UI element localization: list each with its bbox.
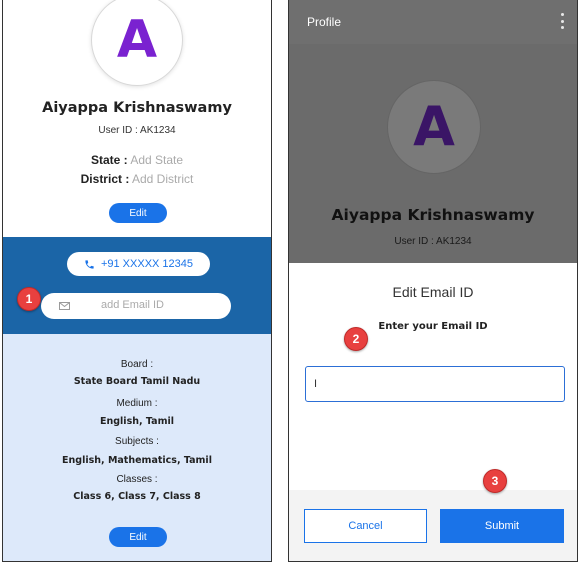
state-row: State : Add State [3,153,271,167]
user-name: Aiyappa Krishnaswamy [42,100,232,116]
classes-value: Class 6, Class 7, Class 8 [73,491,201,502]
phone-icon [85,259,94,269]
classes-label: Classes : [116,474,158,485]
edit-profile-button[interactable]: Edit [109,203,167,223]
medium-value: English, Tamil [100,416,174,427]
add-email-field[interactable]: add Email ID [41,293,231,319]
dialog-title: Edit Email ID [392,284,474,300]
subjects-value: English, Mathematics, Tamil [62,455,212,466]
more-vertical-icon[interactable] [561,13,565,29]
district-value[interactable]: Add District [132,172,193,186]
mail-icon [59,302,70,310]
profile-screen-right: Profile A Aiyappa Krishnaswamy User ID :… [288,0,578,562]
email-input[interactable] [305,366,565,402]
edit-email-dialog: Edit Email ID Enter your Email ID 2 Canc… [289,263,577,561]
user-id: User ID : AK1234 [394,236,472,247]
district-label: District : [80,172,130,186]
phone-number-pill[interactable]: +91 XXXXX 12345 [67,252,210,276]
contact-section: +91 XXXXX 12345 add Email ID 1 [3,237,271,334]
academic-info-panel: Board : State Board Tamil Nadu Medium : … [3,334,271,561]
board-label: Board : [120,359,154,370]
dimmed-profile-header: A Aiyappa Krishnaswamy User ID : AK1234 [289,44,577,263]
district-row: District : Add District [3,172,271,186]
avatar-letter: A [413,95,455,158]
edit-academic-button[interactable]: Edit [109,527,167,547]
screenshot-canvas: A Aiyappa Krishnaswamy User ID : AK1234 … [0,0,580,564]
cancel-button[interactable]: Cancel [304,509,427,543]
step-badge-1: 1 [17,287,41,311]
app-bar-title: Profile [307,15,342,29]
state-label: State : [90,153,128,167]
user-name: Aiyappa Krishnaswamy [331,206,535,224]
app-bar: Profile [289,0,577,44]
state-value[interactable]: Add State [130,153,183,167]
subjects-label: Subjects : [115,436,159,447]
step-badge-3: 3 [483,469,507,493]
phone-number: +91 XXXXX 12345 [100,258,194,270]
dialog-subtitle: Enter your Email ID [378,321,488,332]
board-value: State Board Tamil Nadu [73,376,201,387]
step-badge-2: 2 [344,327,368,351]
avatar: A [91,0,183,86]
profile-screen-left: A Aiyappa Krishnaswamy User ID : AK1234 … [2,0,272,562]
submit-button[interactable]: Submit [440,509,564,543]
medium-label: Medium : [116,398,158,409]
avatar: A [387,80,481,174]
dialog-footer: Cancel Submit [289,490,577,561]
user-id: User ID : AK1234 [98,125,176,136]
email-placeholder: add Email ID [101,299,164,311]
avatar-letter: A [116,10,158,70]
